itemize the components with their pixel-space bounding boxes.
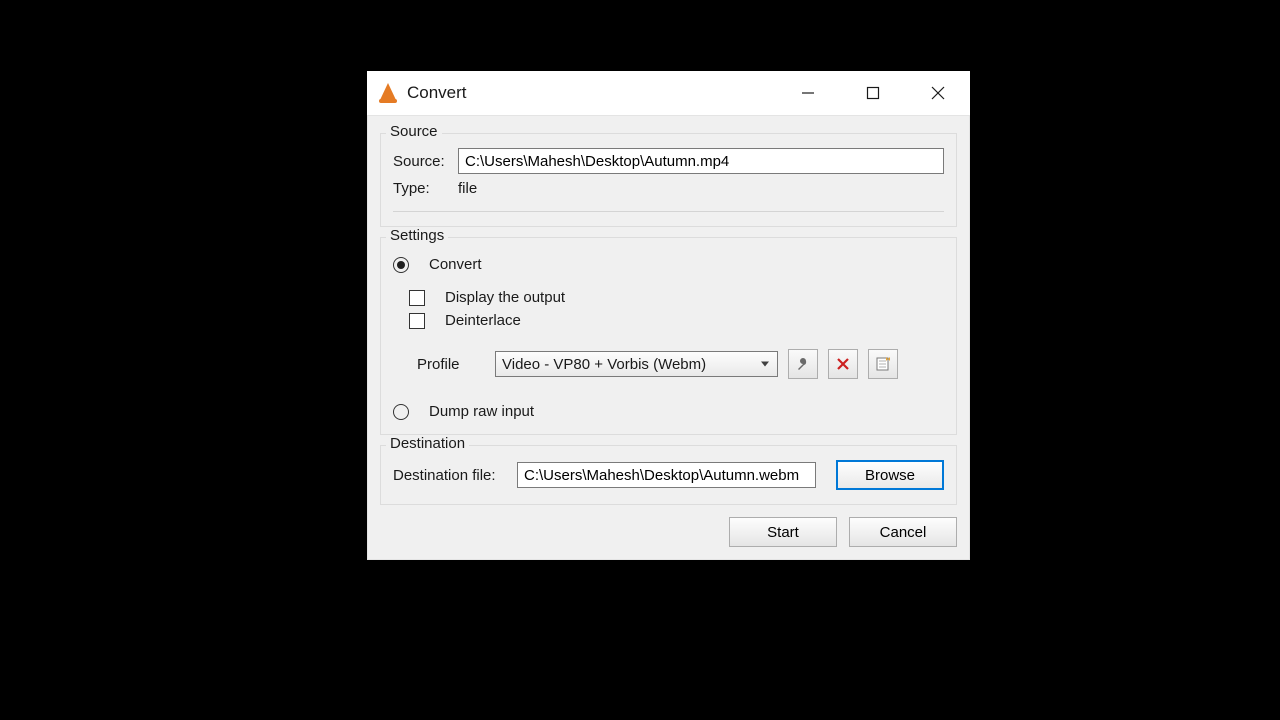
display-output-row[interactable]: Display the output [409, 289, 944, 306]
display-output-label: Display the output [445, 289, 565, 306]
source-input[interactable] [458, 148, 944, 174]
destination-group: Destination Destination file: Browse [380, 445, 957, 505]
minimize-icon [801, 86, 815, 100]
dump-radio[interactable] [393, 404, 409, 420]
edit-profile-button[interactable] [788, 349, 818, 379]
browse-button[interactable]: Browse [836, 460, 944, 490]
deinterlace-label: Deinterlace [445, 312, 521, 329]
dialog-body: Source Source: Type: file Settings Conve… [367, 115, 970, 560]
profile-dropdown[interactable]: Video - VP80 + Vorbis (Webm) [495, 351, 778, 377]
destination-file-label: Destination file: [393, 467, 507, 484]
type-value: file [458, 180, 477, 197]
convert-dialog: Convert Source Source: Type: file Settin [367, 71, 970, 560]
destination-legend: Destination [386, 435, 469, 452]
destination-file-input[interactable] [517, 462, 816, 488]
convert-radio-label: Convert [429, 256, 482, 273]
dump-radio-label: Dump raw input [429, 403, 534, 420]
deinterlace-checkbox[interactable] [409, 313, 425, 329]
delete-x-icon [836, 357, 850, 371]
start-button[interactable]: Start [729, 517, 837, 547]
source-label: Source: [393, 153, 448, 170]
maximize-button[interactable] [840, 71, 905, 115]
titlebar[interactable]: Convert [367, 71, 970, 115]
dialog-footer: Start Cancel [380, 517, 957, 547]
type-label: Type: [393, 180, 448, 197]
cancel-button[interactable]: Cancel [849, 517, 957, 547]
convert-radio-row[interactable]: Convert [393, 256, 944, 273]
convert-radio[interactable] [393, 257, 409, 273]
settings-legend: Settings [386, 227, 448, 244]
delete-profile-button[interactable] [828, 349, 858, 379]
window-title: Convert [407, 83, 467, 103]
source-group: Source Source: Type: file [380, 133, 957, 227]
minimize-button[interactable] [775, 71, 840, 115]
chevron-down-icon [761, 362, 769, 367]
new-profile-icon [875, 356, 891, 372]
profile-label: Profile [417, 356, 485, 373]
source-divider [393, 211, 944, 212]
wrench-icon [795, 356, 811, 372]
vlc-cone-icon [379, 83, 397, 103]
profile-value: Video - VP80 + Vorbis (Webm) [502, 356, 706, 373]
close-icon [931, 86, 945, 100]
close-button[interactable] [905, 71, 970, 115]
maximize-icon [866, 86, 880, 100]
deinterlace-row[interactable]: Deinterlace [409, 312, 944, 329]
settings-group: Settings Convert Display the output Dein… [380, 237, 957, 435]
dump-radio-row[interactable]: Dump raw input [393, 403, 944, 420]
new-profile-button[interactable] [868, 349, 898, 379]
display-output-checkbox[interactable] [409, 290, 425, 306]
source-legend: Source [386, 123, 442, 140]
